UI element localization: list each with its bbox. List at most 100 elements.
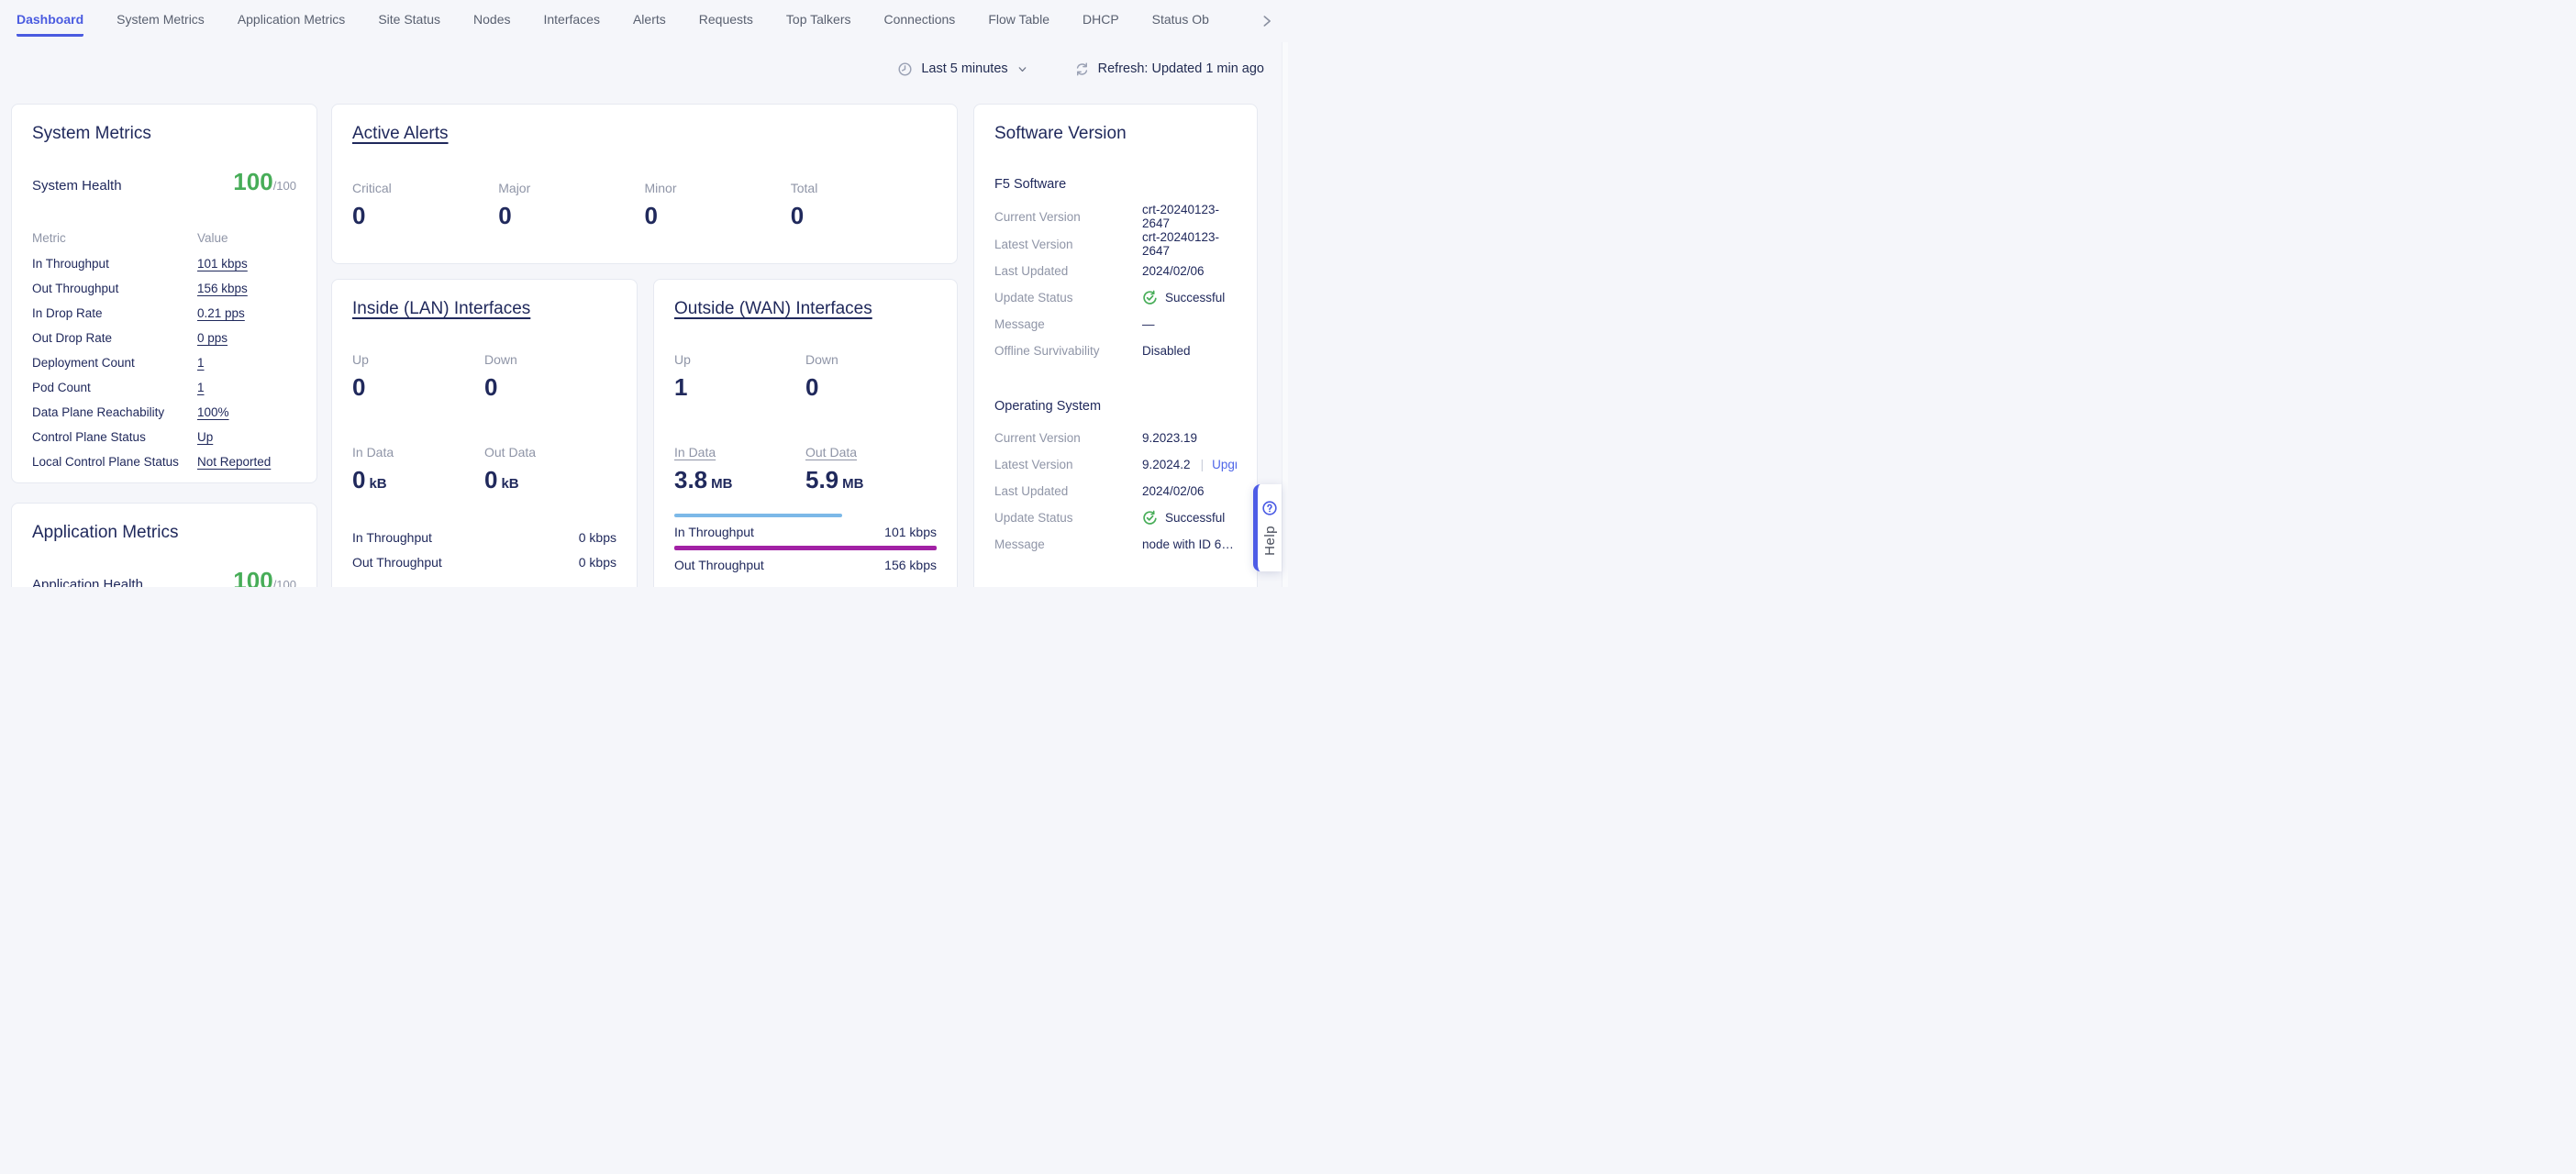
- application-health-value: 100/100: [233, 569, 296, 587]
- tab-system-metrics[interactable]: System Metrics: [117, 0, 205, 37]
- row-label: Current Version: [994, 210, 1142, 224]
- wan-out-throughput-label: Out Throughput: [674, 558, 764, 572]
- system-health-score: 100: [233, 168, 272, 195]
- tab-alerts[interactable]: Alerts: [633, 0, 666, 37]
- row-value: 9.2024.2: [1142, 458, 1191, 471]
- lan-out-data-stat: Out Data 0kB: [484, 445, 616, 492]
- f5-message-row: Message —: [994, 311, 1237, 338]
- tab-nodes[interactable]: Nodes: [473, 0, 510, 37]
- row-label: Offline Survivability: [994, 344, 1142, 358]
- tab-connections[interactable]: Connections: [883, 0, 955, 37]
- tab-flow-table[interactable]: Flow Table: [988, 0, 1049, 37]
- row-label: Last Updated: [994, 264, 1142, 278]
- tab-top-talkers[interactable]: Top Talkers: [786, 0, 851, 37]
- metric-label: Data Plane Reachability: [32, 405, 197, 419]
- wan-in-data-unit: MB: [711, 476, 732, 492]
- status-text: Successful: [1165, 511, 1225, 525]
- metric-value-link[interactable]: Up: [197, 430, 296, 444]
- metric-value-link[interactable]: 1: [197, 356, 296, 370]
- wan-out-throughput-value: 156 kbps: [884, 558, 937, 572]
- table-row: In Throughput101 kbps: [32, 251, 296, 276]
- lan-up-label: Up: [352, 352, 484, 367]
- f5-software-section-title: F5 Software: [994, 177, 1237, 192]
- os-update-status-row: Update Status Successful: [994, 504, 1237, 531]
- f5-update-status-value: Successful: [1142, 290, 1237, 305]
- system-metrics-card: System Metrics System Health 100/100 Met…: [11, 104, 317, 483]
- lan-in-data-unit: kB: [369, 476, 386, 492]
- wan-in-data-link[interactable]: In Data: [674, 445, 805, 460]
- row-value: crt-20240123-2647: [1142, 203, 1237, 230]
- table-row: Local Control Plane StatusNot Reported: [32, 449, 296, 474]
- time-range-label: Last 5 minutes: [921, 61, 1007, 76]
- row-value: crt-20240123-2647: [1142, 230, 1237, 258]
- tab-site-status[interactable]: Site Status: [378, 0, 440, 37]
- lan-down-value: 0: [484, 375, 616, 399]
- system-health-value: 100/100: [233, 170, 296, 194]
- row-label: Update Status: [994, 291, 1142, 305]
- tab-application-metrics[interactable]: Application Metrics: [238, 0, 346, 37]
- refresh-control[interactable]: Refresh: Updated 1 min ago: [1074, 61, 1264, 77]
- lan-in-data-label: In Data: [352, 445, 484, 460]
- metric-value-link[interactable]: 156 kbps: [197, 282, 296, 295]
- success-icon: [1142, 290, 1158, 305]
- wan-in-data-stat: In Data 3.8MB: [674, 445, 805, 492]
- metric-value-link[interactable]: 101 kbps: [197, 257, 296, 271]
- metric-value-link[interactable]: 100%: [197, 405, 296, 419]
- wan-interfaces-title-link[interactable]: Outside (WAN) Interfaces: [674, 300, 937, 317]
- row-label: Latest Version: [994, 238, 1142, 251]
- os-latest-version-value: 9.2024.2 | Upgrade: [1142, 458, 1237, 471]
- metric-value-link[interactable]: 0 pps: [197, 331, 296, 345]
- lan-down-label: Down: [484, 352, 616, 367]
- time-range-selector[interactable]: Last 5 minutes: [897, 61, 1027, 77]
- status-text: Successful: [1165, 291, 1225, 305]
- help-button[interactable]: Help: [1253, 484, 1282, 571]
- system-health-max: /100: [273, 179, 296, 193]
- lan-data-stats: In Data 0kB Out Data 0kB: [352, 445, 616, 492]
- success-icon: [1142, 510, 1158, 526]
- application-metrics-title: Application Metrics: [32, 524, 296, 541]
- wan-in-throughput-bar: [674, 514, 842, 517]
- metric-label: Control Plane Status: [32, 430, 197, 444]
- row-label: Latest Version: [994, 458, 1142, 471]
- metric-column-header: Metric: [32, 231, 197, 245]
- active-alerts-title-link[interactable]: Active Alerts: [352, 125, 937, 142]
- alert-stat-value: 0: [791, 204, 937, 227]
- wan-down-label: Down: [805, 352, 937, 367]
- lan-out-data-unit: kB: [501, 476, 518, 492]
- alert-stat-label: Critical: [352, 181, 498, 195]
- os-update-status-value: Successful: [1142, 510, 1237, 526]
- tab-status-objects[interactable]: Status Ob: [1152, 0, 1209, 37]
- lan-interfaces-title-link[interactable]: Inside (LAN) Interfaces: [352, 300, 616, 317]
- f5-software-rows: Current Version crt-20240123-2647 Latest…: [994, 203, 1237, 364]
- lan-in-throughput-value: 0 kbps: [579, 530, 616, 545]
- metric-label: In Throughput: [32, 257, 197, 271]
- top-nav: Dashboard System Metrics Application Met…: [0, 0, 1288, 42]
- metric-value-link[interactable]: Not Reported: [197, 455, 296, 469]
- system-health-row: System Health 100/100: [32, 170, 296, 194]
- chevron-right-icon[interactable]: [1259, 13, 1275, 29]
- alert-stat-major: Major 0: [498, 181, 644, 227]
- f5-latest-version-row: Latest Version crt-20240123-2647: [994, 230, 1237, 258]
- row-value: Disabled: [1142, 344, 1237, 358]
- wan-out-data-link[interactable]: Out Data: [805, 445, 937, 460]
- scrollbar-track[interactable]: [1282, 42, 1288, 587]
- tab-dhcp[interactable]: DHCP: [1083, 0, 1119, 37]
- tab-interfaces[interactable]: Interfaces: [543, 0, 599, 37]
- alert-stat-label: Major: [498, 181, 644, 195]
- row-value: —: [1142, 317, 1237, 331]
- f5-offline-survivability-row: Offline Survivability Disabled: [994, 338, 1237, 364]
- tab-dashboard[interactable]: Dashboard: [17, 0, 83, 37]
- os-message-row: Message node with ID 6dc66856-1...: [994, 531, 1237, 558]
- tab-requests[interactable]: Requests: [699, 0, 753, 37]
- row-value: 2024/02/06: [1142, 264, 1237, 278]
- clock-icon: [897, 61, 913, 77]
- application-health-score: 100: [233, 567, 272, 587]
- wan-in-throughput-row: In Throughput 101 kbps: [674, 525, 937, 539]
- wan-out-throughput-row: Out Throughput 156 kbps: [674, 558, 937, 572]
- software-version-card: Software Version F5 Software Current Ver…: [973, 104, 1258, 587]
- wan-out-data-unit: MB: [842, 476, 863, 492]
- metric-value-link[interactable]: 0.21 pps: [197, 306, 296, 320]
- chevron-down-icon: [1016, 63, 1028, 75]
- metric-value-link[interactable]: 1: [197, 381, 296, 394]
- upgrade-link[interactable]: Upgrade: [1212, 458, 1237, 471]
